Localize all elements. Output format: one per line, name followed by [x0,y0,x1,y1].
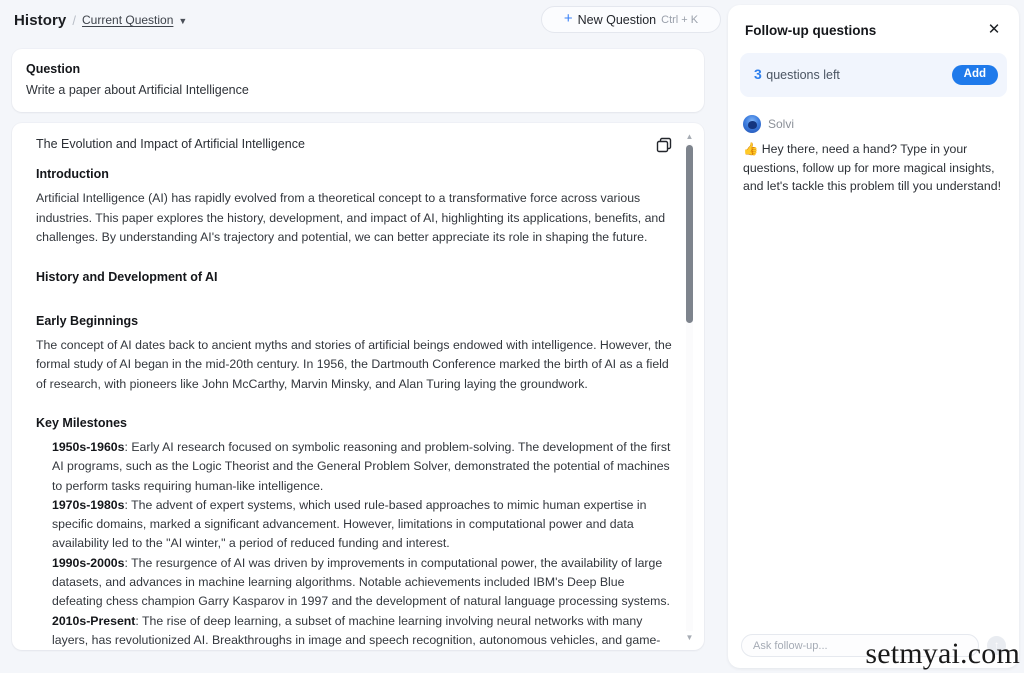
triangle-down-icon[interactable]: ▼ [685,634,694,642]
quota-label: questions left [766,68,840,82]
milestone-text: : Early AI research focused on symbolic … [52,440,671,493]
panel-title: Follow-up questions [745,22,877,38]
main-content-column: History / Current Question ▼ + New Quest… [0,0,721,673]
list-item: 2010s-Present: The rise of deep learning… [52,612,674,650]
answer-card: The Evolution and Impact of Artificial I… [12,123,704,650]
assistant-identity: Solvi [743,115,1019,133]
milestones-list: 1950s-1960s: Early AI research focused o… [36,438,674,650]
list-item: 1950s-1960s: Early AI research focused o… [52,438,674,496]
quota-banner: 3 questions left Add [740,53,1007,97]
milestone-period: 1970s-1980s [52,497,125,512]
paragraph-introduction: Artificial Intelligence (AI) has rapidly… [36,191,666,244]
heading-history-development: History and Development of AI [36,269,218,284]
list-item: 1970s-1980s: The advent of expert system… [52,496,674,554]
new-question-button[interactable]: + New Question Ctrl + K [541,6,721,33]
milestone-text: : The rise of deep learning, a subset of… [52,613,661,647]
new-question-label: New Question [577,12,657,27]
arrow-up-icon[interactable]: ↑ [987,636,1006,655]
copy-icon[interactable] [654,135,674,155]
milestone-period: 2010s-Present [52,613,136,628]
question-card: Question Write a paper about Artificial … [12,49,704,112]
answer-body: The Evolution and Impact of Artificial I… [12,137,704,650]
solvi-avatar-icon [743,115,761,133]
milestone-period: 1990s-2000s [52,555,125,570]
quota-count: 3 [754,66,762,82]
breadcrumb-separator: / [72,12,77,28]
close-icon[interactable]: ✕ [985,21,1003,39]
quota-text-group: 3 questions left [754,66,840,84]
list-item: 1990s-2000s: The resurgence of AI was dr… [52,554,674,612]
new-question-shortcut: Ctrl + K [661,13,699,26]
plus-icon: + [563,10,573,27]
question-label: Question [26,62,81,76]
paragraph-early-beginnings: The concept of AI dates back to ancient … [36,337,672,391]
heading-introduction: Introduction [36,167,109,181]
milestone-text: : The advent of expert systems, which us… [52,497,647,551]
page-title: History [14,11,67,29]
milestone-period: 1950s-1960s [52,440,125,454]
chevron-down-icon[interactable]: ▼ [178,16,187,26]
add-questions-button[interactable]: Add [951,64,998,86]
heading-early-beginnings: Early Beginnings [36,313,139,328]
breadcrumb-current-question[interactable]: Current Question [82,13,173,27]
question-text: Write a paper about Artificial Intellige… [26,83,249,97]
top-bar: History / Current Question ▼ + New Quest… [12,0,721,40]
scrollbar-thumb[interactable] [686,145,693,323]
answer-scrollbar[interactable]: ▲ ▼ [683,133,696,642]
assistant-name: Solvi [768,117,795,131]
assistant-message: 👍 Hey there, need a hand? Type in your q… [743,142,1001,193]
document-title: The Evolution and Impact of Artificial I… [36,137,305,151]
panel-header: Follow-up questions ✕ [728,5,1019,39]
milestone-text: : The resurgence of AI was driven by imp… [52,555,670,609]
followup-questions-panel: Follow-up questions ✕ 3 questions left A… [728,5,1019,668]
followup-input[interactable] [741,634,979,657]
triangle-up-icon[interactable]: ▲ [685,133,694,141]
heading-key-milestones: Key Milestones [36,416,128,430]
followup-composer: ↑ [728,634,1019,657]
